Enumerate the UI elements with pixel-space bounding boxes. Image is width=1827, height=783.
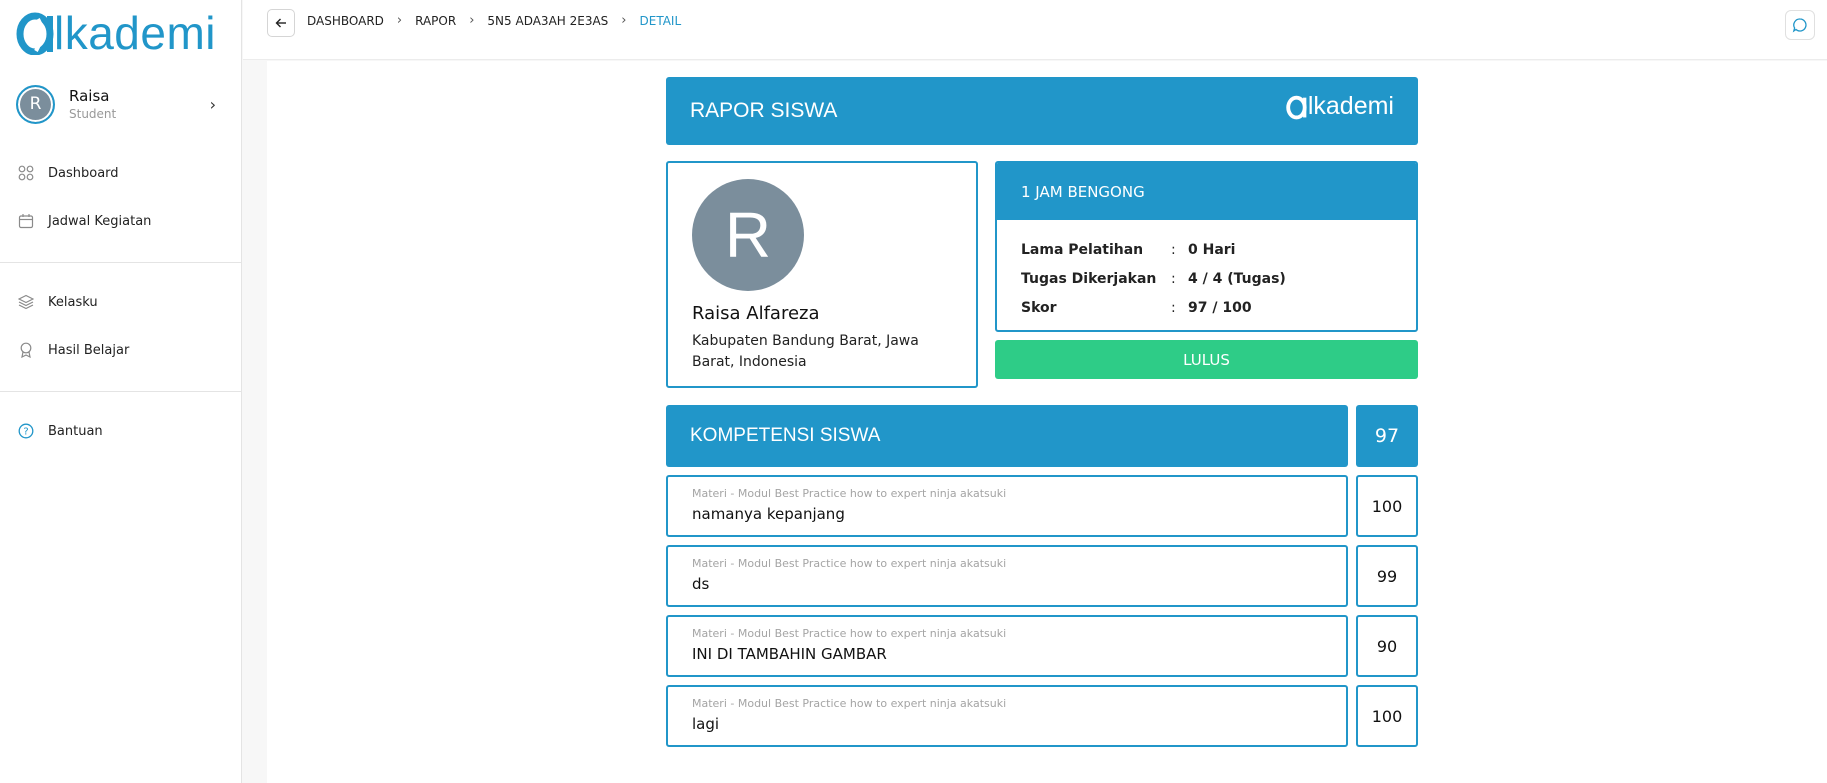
course-row-colon: : <box>1171 299 1176 316</box>
logo-mark-icon <box>1286 95 1307 119</box>
logo-mark-icon <box>16 12 54 55</box>
svg-text:?: ? <box>23 427 28 438</box>
course-row-colon: : <box>1171 270 1176 287</box>
competency-item: Materi - Modul Best Practice how to expe… <box>666 545 1348 607</box>
sidebar-item-label: Kelasku <box>48 294 98 310</box>
logo-text: lkademi <box>54 7 217 59</box>
sidebar-item-dashboard[interactable]: Dashboard <box>18 161 119 185</box>
competency-name: namanya kepanjang <box>692 505 845 523</box>
competency-title: KOMPETENSI SISWA <box>690 425 881 446</box>
sidebar-item-label: Bantuan <box>48 423 103 439</box>
user-name: Raisa <box>69 87 110 105</box>
competency-header: KOMPETENSI SISWA <box>666 405 1348 467</box>
chat-bubble-icon <box>1792 18 1807 33</box>
competency-module: Materi - Modul Best Practice how to expe… <box>692 557 1007 570</box>
course-row-value: 4 / 4 (Tugas) <box>1188 270 1286 287</box>
breadcrumb: DASHBOARD › RAPOR › 5N5 ADA3AH 2E3AS › D… <box>307 13 681 28</box>
sidebar-item-label: Dashboard <box>48 165 119 181</box>
help-circle-icon: ? <box>18 423 34 439</box>
competency-score: 99 <box>1356 545 1418 607</box>
grid-icon <box>18 165 34 181</box>
award-icon <box>18 342 34 358</box>
course-row-value: 97 / 100 <box>1188 299 1252 316</box>
course-row-tugas-dikerjakan: Tugas Dikerjakan : 4 / 4 (Tugas) <box>1021 264 1392 293</box>
competency-name: INI DI TAMBAHIN GAMBAR <box>692 645 887 663</box>
competency-module: Materi - Modul Best Practice how to expe… <box>692 487 1007 500</box>
sidebar-item-kelasku[interactable]: Kelasku <box>18 290 98 314</box>
divider <box>0 391 242 392</box>
breadcrumb-rapor[interactable]: RAPOR <box>415 14 456 28</box>
course-title: 1 JAM BENGONG <box>997 163 1416 220</box>
student-profile-card: R Raisa Alfareza Kabupaten Bandung Barat… <box>666 161 978 388</box>
competency-item: Materi - Modul Best Practice how to expe… <box>666 475 1348 537</box>
back-button[interactable] <box>267 9 295 37</box>
course-row-key: Tugas Dikerjakan <box>1021 270 1157 287</box>
chevron-right-icon: › <box>621 13 627 28</box>
chevron-right-icon: › <box>469 13 475 28</box>
course-summary-card: 1 JAM BENGONG Lama Pelatihan : 0 Hari Tu… <box>995 161 1418 332</box>
competency-score: 100 <box>1356 475 1418 537</box>
competency-score: 100 <box>1356 685 1418 747</box>
course-row-colon: : <box>1171 241 1176 258</box>
calendar-icon <box>18 213 34 229</box>
topbar: DASHBOARD › RAPOR › 5N5 ADA3AH 2E3AS › D… <box>243 0 1827 60</box>
sidebar-item-label: Jadwal Kegiatan <box>48 213 152 229</box>
divider <box>0 262 242 263</box>
report-logo-text: lkademi <box>1307 92 1394 120</box>
competency-score: 90 <box>1356 615 1418 677</box>
sidebar-item-hasil-belajar[interactable]: Hasil Belajar <box>18 338 129 362</box>
report-title: RAPOR SISWA <box>690 99 838 122</box>
sidebar-item-bantuan[interactable]: ? Bantuan <box>18 419 103 443</box>
breadcrumb-detail: DETAIL <box>639 13 682 28</box>
course-row-skor: Skor : 97 / 100 <box>1021 293 1392 322</box>
chevron-right-icon: › <box>396 13 403 28</box>
competency-module: Materi - Modul Best Practice how to expe… <box>692 697 1007 710</box>
arrow-left-icon <box>275 18 286 28</box>
report-header: RAPOR SISWA lkademi <box>666 77 1418 145</box>
app-logo[interactable]: lkademi <box>16 8 216 58</box>
course-row-value: 0 Hari <box>1188 241 1236 258</box>
student-name: Raisa Alfareza <box>692 303 820 324</box>
avatar: R <box>16 84 55 124</box>
competency-item: Materi - Modul Best Practice how to expe… <box>666 615 1348 677</box>
sidebar-item-label: Hasil Belajar <box>48 342 130 358</box>
competency-item: Materi - Modul Best Practice how to expe… <box>666 685 1348 747</box>
course-row-key: Skor <box>1021 299 1057 316</box>
breadcrumb-class[interactable]: 5N5 ADA3AH 2E3AS <box>487 14 608 28</box>
sidebar-item-jadwal-kegiatan[interactable]: Jadwal Kegiatan <box>18 209 151 233</box>
report-logo: lkademi <box>1286 92 1394 121</box>
student-location: Kabupaten Bandung Barat, Jawa Barat, Ind… <box>692 333 919 370</box>
competency-module: Materi - Modul Best Practice how to expe… <box>692 627 1007 640</box>
user-profile[interactable]: R Raisa Student › <box>16 84 226 124</box>
competency-name: ds <box>692 575 710 593</box>
course-row-key: Lama Pelatihan <box>1021 241 1144 258</box>
student-avatar: R <box>692 179 804 291</box>
course-row-lama-pelatihan: Lama Pelatihan : 0 Hari <box>1021 235 1392 264</box>
competency-name: lagi <box>692 715 720 733</box>
chevron-right-icon: › <box>209 94 216 114</box>
user-role: Student <box>69 107 117 121</box>
sidebar: lkademi R Raisa Student › Dashboard Jadw… <box>0 0 242 783</box>
status-badge[interactable]: LULUS <box>995 340 1418 379</box>
breadcrumb-dashboard[interactable]: DASHBOARD <box>307 14 384 28</box>
competency-total-score: 97 <box>1356 405 1418 467</box>
chat-button[interactable] <box>1785 10 1815 40</box>
layers-icon <box>18 294 34 310</box>
